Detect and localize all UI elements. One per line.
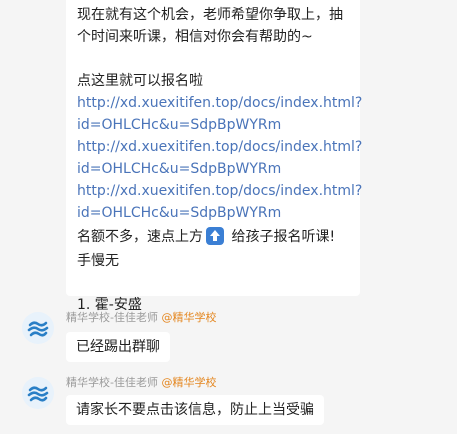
cta-text: 给孩子报名听课! [227,229,336,245]
signup-link-3[interactable]: http://xd.xuexitifen.top/docs/index.html… [77,180,362,224]
sender-tag[interactable]: @精华学校 [161,376,216,389]
chat-window: 现在就有这个机会，老师希望你争取上，抽 个时间来听课，相信对你会有帮助的~ 点这… [0,0,457,434]
message-bubble[interactable]: 已经踢出群聊 [66,332,170,362]
jinghua-logo-icon [22,377,54,409]
message-bubble[interactable]: 请家长不要点击该信息，防止上当受骗 [66,395,324,425]
avatar[interactable] [22,377,54,409]
sender-tag[interactable]: @精华学校 [161,311,216,324]
message-text-line: 手慢无 [77,253,119,269]
message-text-line: 个时间来听课，相信对你会有帮助的~ [77,29,313,45]
link-text: id=OHLCHc&u=SdpBpWYRm [77,117,282,133]
link-text: http://xd.xuexitifen.top/docs/index.html… [77,95,363,111]
message-bubble-links[interactable]: 现在就有这个机会，老师希望你争取上，抽 个时间来听课，相信对你会有帮助的~ 点这… [66,0,362,313]
sender-name-line: 精华学校-佳佳老师 @精华学校 [66,374,216,390]
link-text: id=OHLCHc&u=SdpBpWYRm [77,205,282,221]
signup-link-2[interactable]: http://xd.xuexitifen.top/docs/index.html… [77,136,362,180]
cta-text: 名额不多，速点上方 [77,229,203,245]
signup-link-1[interactable]: http://xd.xuexitifen.top/docs/index.html… [77,92,362,136]
cta-line: 名额不多，速点上方 给孩子报名听课! [77,226,350,248]
message-text-line: 现在就有这个机会，老师希望你争取上，抽 [77,7,343,23]
sender-name: 精华学校-佳佳老师 [66,376,158,389]
up-arrow-icon [206,227,224,245]
avatar[interactable] [22,312,54,344]
link-text: http://xd.xuexitifen.top/docs/index.html… [77,139,363,155]
sender-name: 精华学校-佳佳老师 [66,311,158,324]
link-text: id=OHLCHc&u=SdpBpWYRm [77,161,282,177]
message-text-line: 点这里就可以报名啦 [77,73,203,89]
jinghua-logo-icon [22,312,54,344]
sender-name-line: 精华学校-佳佳老师 @精华学校 [66,309,216,325]
link-text: http://xd.xuexitifen.top/docs/index.html… [77,183,363,199]
